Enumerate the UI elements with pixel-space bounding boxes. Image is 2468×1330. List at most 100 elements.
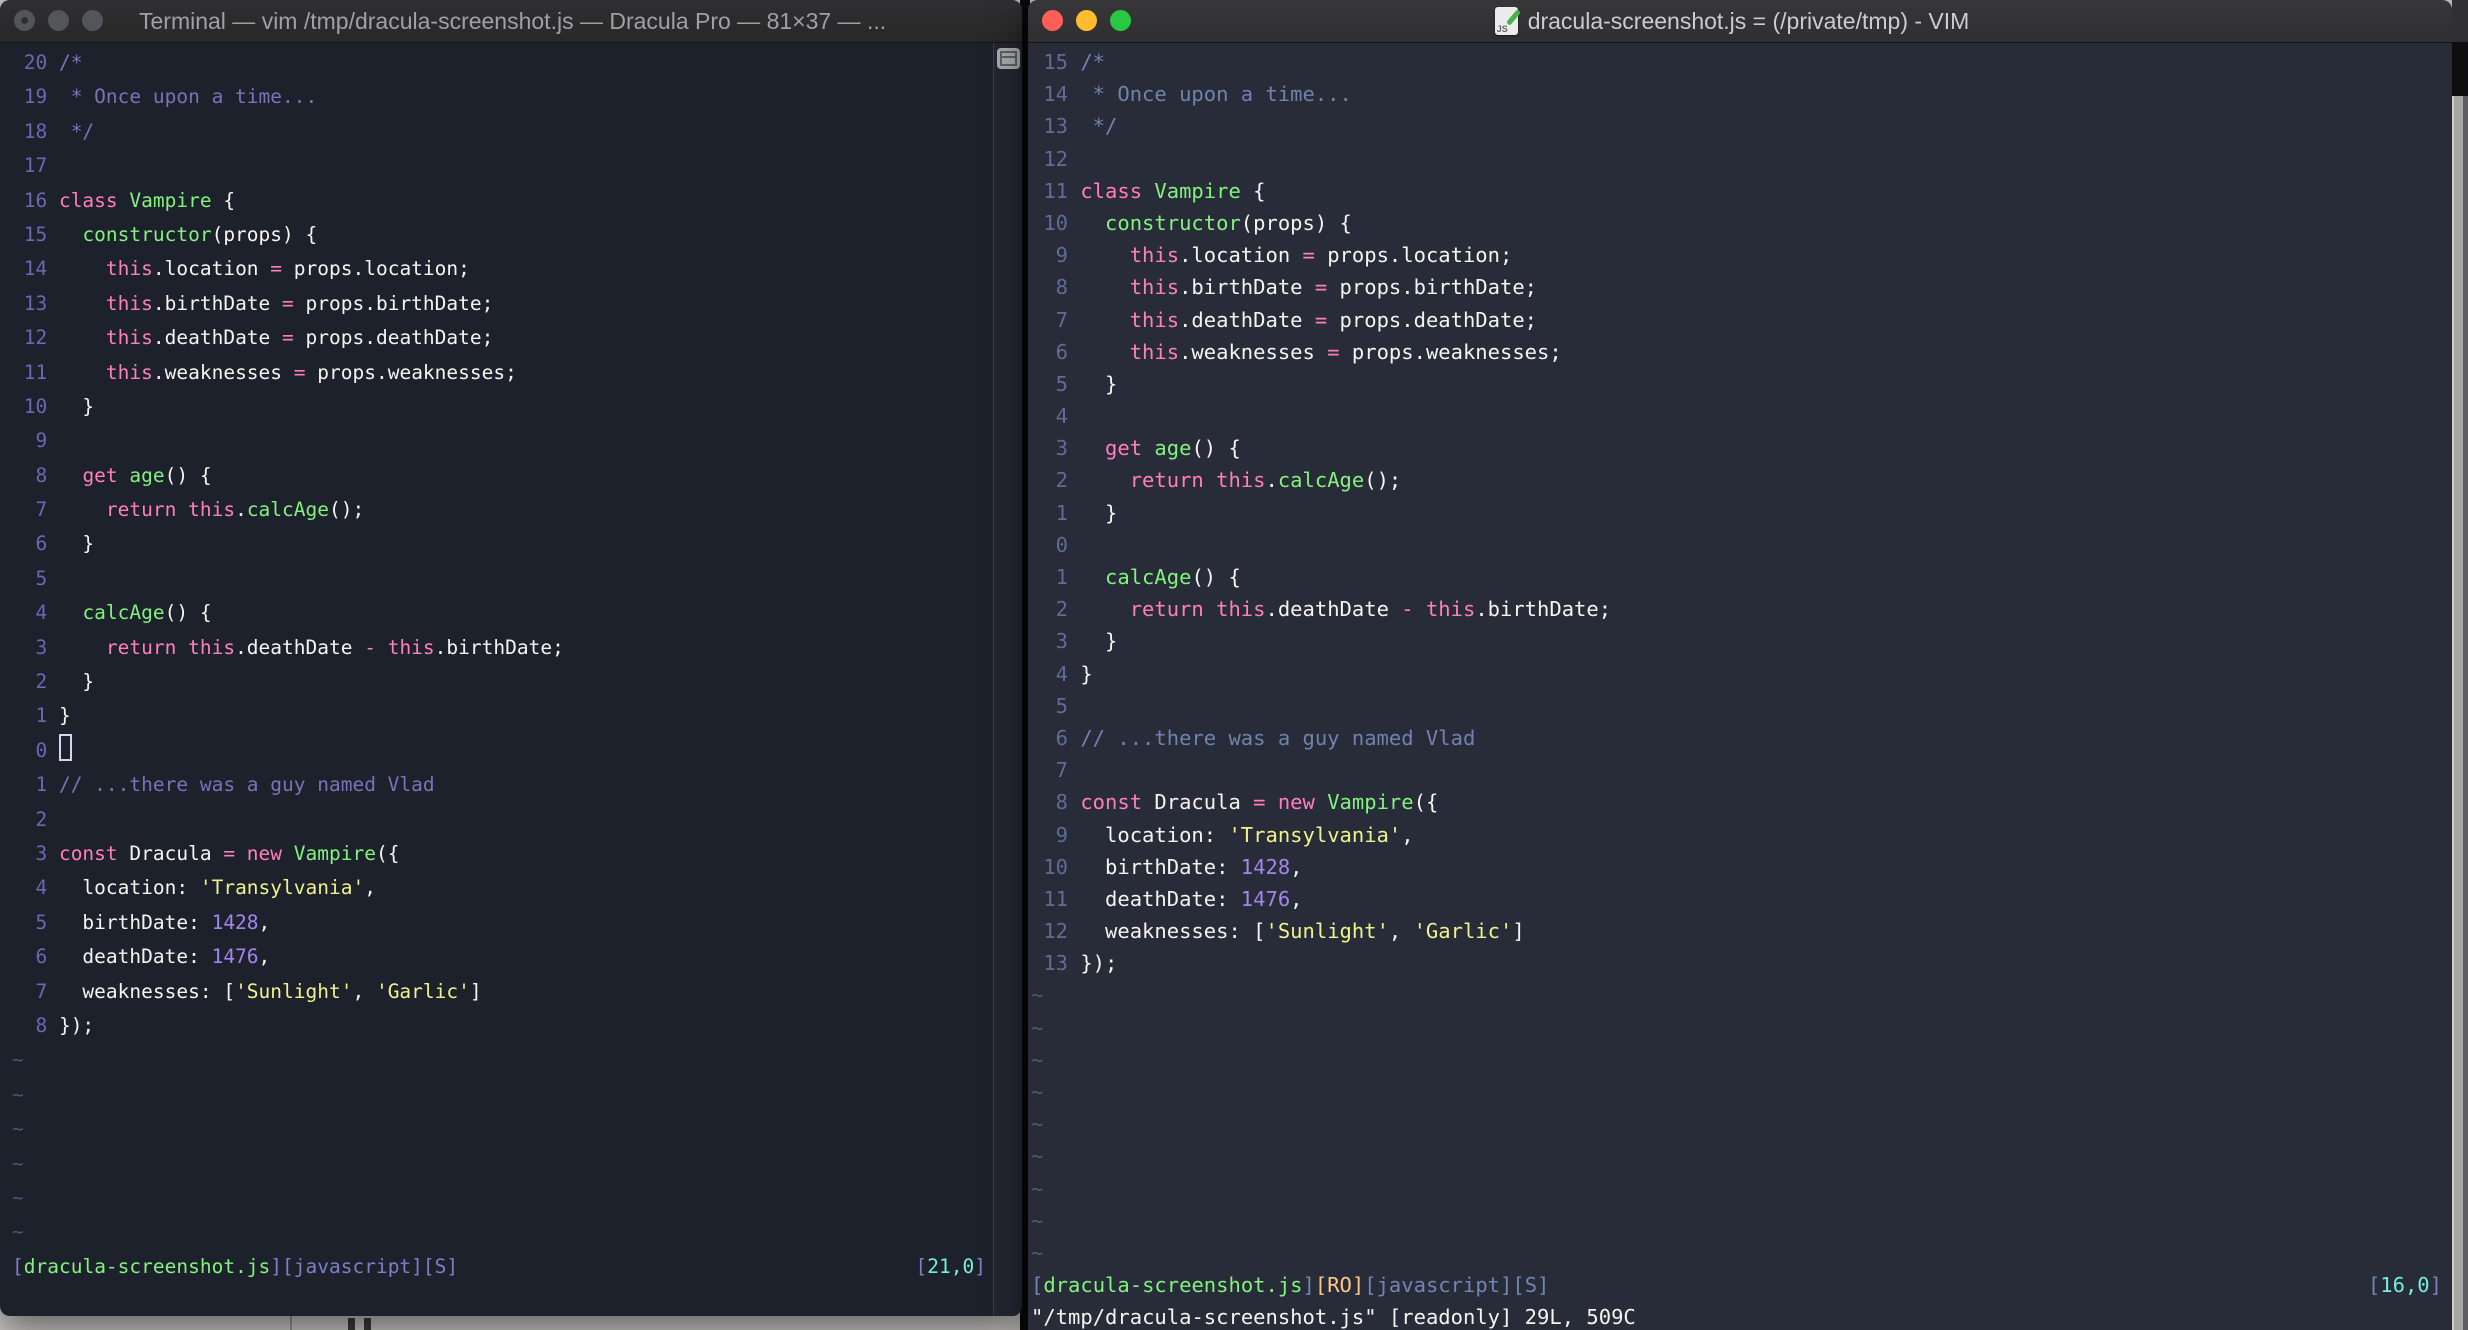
code-segment: ] xyxy=(1302,1273,1315,1298)
code-segment: = xyxy=(1302,243,1315,268)
code-segment: () { xyxy=(164,463,212,487)
split-pane-button[interactable] xyxy=(997,48,1020,69)
code-segment: return this xyxy=(105,635,236,659)
code-line: 5 xyxy=(12,562,990,596)
line-number: 16 xyxy=(23,188,48,212)
code-segment: .birthDate; xyxy=(1475,597,1612,622)
code-line: 3 } xyxy=(1031,625,2446,657)
code-line: 2 return this.calcAge(); xyxy=(1031,464,2446,496)
minimize-button-icon[interactable] xyxy=(48,10,69,31)
line-number: 8 xyxy=(1055,790,1069,815)
line-number: 1 xyxy=(1055,565,1069,589)
code-segment: location: xyxy=(58,876,200,900)
code-line: 18 */ xyxy=(12,115,990,149)
line-number: 17 xyxy=(23,154,48,178)
code-line: 11 deathDate: 1476, xyxy=(1031,883,2446,915)
code-segment: .deathDate xyxy=(1179,307,1315,332)
code-segment: (props) { xyxy=(1240,210,1352,235)
code-segment: , xyxy=(352,979,376,1003)
code-segment: [ xyxy=(1031,1273,1044,1298)
code-line: 17 xyxy=(12,149,990,183)
pencil-icon xyxy=(1505,9,1521,26)
code-segment: deathDate: xyxy=(58,945,212,969)
line-number: 18 xyxy=(23,119,48,143)
tilde-line: ~ xyxy=(12,1082,24,1106)
vim-buffer-left: 20/* 19 * Once upon a time... 18 */17 16 cla… xyxy=(12,46,990,1316)
traffic-lights xyxy=(14,10,103,31)
line-number: 13 xyxy=(23,291,48,315)
code-segment: = new xyxy=(223,841,294,865)
vim-ruler: [21,0] xyxy=(916,1250,986,1284)
vim-window-title: dracula-screenshot.js = (/private/tmp) -… xyxy=(1527,7,1970,34)
code-line: 11 this.weaknesses = props.weaknesses; xyxy=(12,356,990,390)
code-segment: .location xyxy=(152,257,271,281)
code-segment: * Once upon a time... xyxy=(1080,82,1352,107)
line-number: 12 xyxy=(1043,146,1069,171)
code-line: 1 // ...there was a guy named Vlad xyxy=(12,768,990,802)
terminal-scrollbar-track[interactable] xyxy=(993,43,1022,1316)
code-segment: .weaknesses xyxy=(152,360,294,384)
line-number: 4 xyxy=(35,601,48,625)
tilde-line: ~ xyxy=(1031,1047,1044,1072)
code-segment: .deathDate xyxy=(235,635,365,659)
code-segment: this xyxy=(105,291,153,315)
desktop-background-strip xyxy=(0,1316,1022,1330)
line-number: 9 xyxy=(1055,822,1069,847)
line-number: 11 xyxy=(23,360,48,384)
titlebar-edge xyxy=(2452,0,2468,42)
line-number: 11 xyxy=(1043,178,1069,203)
code-segment: , xyxy=(1401,822,1414,847)
line-number: 1 xyxy=(35,773,48,797)
code-segment: class xyxy=(1080,178,1155,203)
code-segment: 'Sunlight' xyxy=(1265,919,1389,944)
code-segment: [RO] xyxy=(1314,1273,1365,1298)
line-number: 8 xyxy=(1055,275,1069,300)
line-number: 13 xyxy=(1043,951,1069,976)
code-segment: [javascript][S] xyxy=(1364,1273,1550,1298)
line-number: 15 xyxy=(1043,50,1069,74)
code-segment: (); xyxy=(329,498,365,522)
tilde-line: ~ xyxy=(1031,1080,1044,1104)
code-segment: , xyxy=(364,876,376,900)
code-segment: Dracula xyxy=(1154,790,1254,815)
code-line: 2 } xyxy=(12,665,990,699)
code-segment: return this xyxy=(1129,468,1266,493)
code-segment: = xyxy=(1314,307,1328,332)
code-segment: calcAge xyxy=(82,601,165,625)
code-segment: } xyxy=(58,670,95,694)
code-segment: age xyxy=(1154,436,1192,461)
close-button-icon[interactable] xyxy=(14,10,35,31)
line-number: 3 xyxy=(35,841,48,865)
code-segment: () { xyxy=(1191,436,1241,461)
line-number: 10 xyxy=(23,394,48,418)
line-number: 19 xyxy=(23,85,48,109)
terminal-titlebar: Terminal — vim /tmp/dracula-screenshot.j… xyxy=(0,0,1022,43)
code-segment: const xyxy=(1080,790,1155,815)
code-line: 14 * Once upon a time... xyxy=(1031,78,2446,110)
background-edge-shadow xyxy=(2463,96,2468,1330)
code-segment: } xyxy=(58,532,95,556)
line-number: 14 xyxy=(1043,82,1069,107)
code-segment: - xyxy=(364,635,376,659)
code-segment: this xyxy=(1129,243,1180,268)
code-segment: calcAge xyxy=(246,498,329,522)
code-line: 7 this.deathDate = props.deathDate; xyxy=(1031,304,2446,336)
code-segment: Vampire xyxy=(293,841,376,865)
zoom-button-icon[interactable] xyxy=(82,10,103,31)
code-line: 4} xyxy=(1031,658,2446,690)
code-line: 15 constructor(props) { xyxy=(12,218,990,252)
code-segment: class xyxy=(58,188,130,212)
line-number: 5 xyxy=(35,910,48,934)
code-line: 13 */ xyxy=(1031,110,2446,142)
code-segment: } xyxy=(1080,661,1093,686)
code-segment: } xyxy=(1080,371,1118,396)
tilde-line: ~ xyxy=(12,1185,24,1209)
background-scrollbar-strip[interactable] xyxy=(2452,96,2463,1330)
line-number: 20 xyxy=(23,51,48,74)
